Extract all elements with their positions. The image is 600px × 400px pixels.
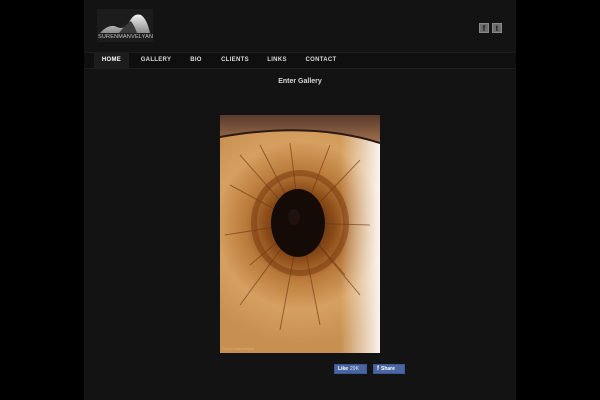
nav-item-links[interactable]: LINKS — [266, 53, 288, 68]
facebook-icon[interactable]: f — [479, 23, 489, 33]
site-logo[interactable]: SURENMANVELYAN — [97, 9, 153, 42]
facebook-like-button[interactable]: Like 29K — [334, 364, 367, 374]
eye-photo-image — [220, 115, 380, 353]
facebook-f-icon: f — [377, 366, 379, 372]
logo-text: SURENMANVELYAN — [98, 34, 153, 40]
facebook-share-button[interactable]: f Share — [373, 364, 405, 374]
nav-item-gallery[interactable]: GALLERY — [136, 53, 176, 68]
nav-item-bio[interactable]: BIO — [186, 53, 206, 68]
twitter-icon[interactable]: t — [492, 23, 502, 33]
share-label: Share — [381, 366, 395, 372]
like-label: Like — [338, 366, 349, 372]
nav-item-home[interactable]: HOME — [94, 53, 129, 68]
like-count: 29K — [350, 366, 359, 372]
enter-gallery-link[interactable]: Enter Gallery — [84, 78, 516, 85]
nav-item-contact[interactable]: CONTACT — [303, 53, 339, 68]
photo-watermark: Suren Manvelyan — [223, 346, 255, 351]
eye-photo[interactable]: Suren Manvelyan — [220, 115, 380, 353]
page-container: SURENMANVELYAN f t HOME GALLERY BIO CLIE… — [84, 0, 516, 400]
main-nav: HOME GALLERY BIO CLIENTS LINKS CONTACT — [84, 52, 516, 69]
nav-item-clients[interactable]: CLIENTS — [218, 53, 252, 68]
